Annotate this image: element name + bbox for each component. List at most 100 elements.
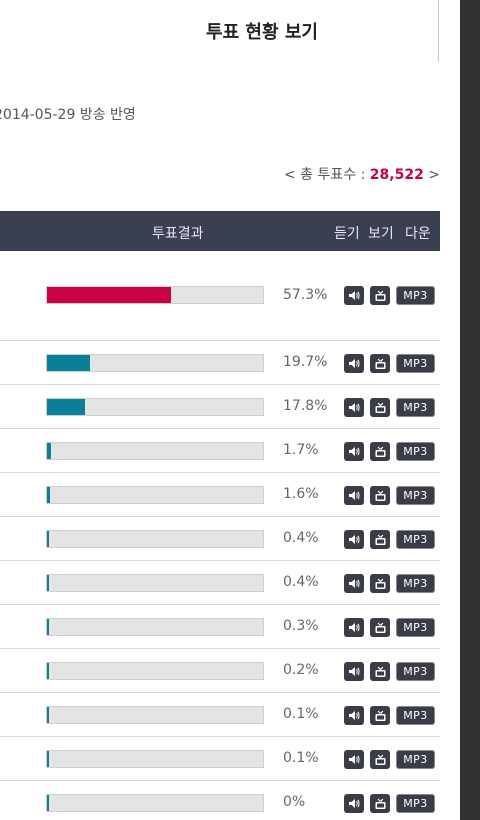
result-bar bbox=[46, 662, 264, 680]
mp3-download-button[interactable]: MP3 bbox=[396, 662, 435, 681]
result-percent: 0.1% bbox=[283, 750, 319, 766]
listen-button[interactable] bbox=[344, 486, 364, 505]
result-bar-fill bbox=[47, 619, 49, 635]
mp3-download-button[interactable]: MP3 bbox=[396, 398, 435, 417]
mp3-download-button[interactable]: MP3 bbox=[396, 530, 435, 549]
result-percent: 0.3% bbox=[283, 618, 319, 634]
result-row: 0.4% MP3 bbox=[0, 517, 440, 561]
result-bar bbox=[46, 398, 264, 416]
view-button[interactable] bbox=[370, 794, 390, 813]
speaker-icon bbox=[348, 666, 360, 677]
tv-icon bbox=[374, 754, 387, 766]
listen-button[interactable] bbox=[344, 794, 364, 813]
result-percent: 17.8% bbox=[283, 398, 328, 414]
tv-icon bbox=[374, 578, 387, 590]
speaker-icon bbox=[348, 578, 360, 589]
result-row: 17.8% MP3 bbox=[0, 385, 440, 429]
result-row: 57.3% MP3 bbox=[0, 251, 440, 341]
tv-icon bbox=[374, 402, 387, 414]
result-percent: 19.7% bbox=[283, 354, 328, 370]
column-header-view: 보기 bbox=[368, 226, 394, 242]
view-button[interactable] bbox=[370, 486, 390, 505]
speaker-icon bbox=[348, 710, 360, 721]
listen-button[interactable] bbox=[344, 662, 364, 681]
result-bar bbox=[46, 706, 264, 724]
result-bar bbox=[46, 354, 264, 372]
result-bar-fill bbox=[47, 663, 49, 679]
mp3-download-button[interactable]: MP3 bbox=[396, 442, 435, 461]
result-bar bbox=[46, 574, 264, 592]
result-bar bbox=[46, 486, 264, 504]
result-bar-fill bbox=[47, 707, 49, 723]
result-row: 1.7% MP3 bbox=[0, 429, 440, 473]
result-row: 0.2% MP3 bbox=[0, 649, 440, 693]
result-bar-fill bbox=[47, 751, 49, 767]
result-row: 0.1% MP3 bbox=[0, 737, 440, 781]
view-button[interactable] bbox=[370, 662, 390, 681]
view-button[interactable] bbox=[370, 706, 390, 725]
result-percent: 1.6% bbox=[283, 486, 319, 502]
result-bar bbox=[46, 530, 264, 548]
tv-icon bbox=[374, 710, 387, 722]
view-button[interactable] bbox=[370, 442, 390, 461]
speaker-icon bbox=[348, 534, 360, 545]
result-row: 1.6% MP3 bbox=[0, 473, 440, 517]
listen-button[interactable] bbox=[344, 442, 364, 461]
result-row: 0.1% MP3 bbox=[0, 693, 440, 737]
result-bar-fill bbox=[47, 399, 85, 415]
mp3-download-button[interactable]: MP3 bbox=[396, 618, 435, 637]
mp3-download-button[interactable]: MP3 bbox=[396, 750, 435, 769]
listen-button[interactable] bbox=[344, 706, 364, 725]
view-button[interactable] bbox=[370, 618, 390, 637]
total-votes-suffix: > bbox=[423, 167, 440, 183]
result-percent: 0% bbox=[283, 794, 306, 810]
view-button[interactable] bbox=[370, 398, 390, 417]
result-bar-fill bbox=[47, 287, 171, 303]
vote-status-panel: 투표 현황 보기 2014-05-29 방송 반영 < 총 투표수 : 28,5… bbox=[0, 0, 440, 820]
tv-icon bbox=[374, 446, 387, 458]
mp3-download-button[interactable]: MP3 bbox=[396, 286, 435, 305]
view-button[interactable] bbox=[370, 750, 390, 769]
view-button[interactable] bbox=[370, 286, 390, 305]
result-bar-fill bbox=[47, 795, 49, 811]
result-bar bbox=[46, 750, 264, 768]
result-bar bbox=[46, 618, 264, 636]
listen-button[interactable] bbox=[344, 398, 364, 417]
mp3-download-button[interactable]: MP3 bbox=[396, 486, 435, 505]
result-row: 0% MP3 bbox=[0, 781, 440, 820]
result-bar-fill bbox=[47, 531, 49, 547]
result-row: 0.4% MP3 bbox=[0, 561, 440, 605]
result-row: 19.7% MP3 bbox=[0, 341, 440, 385]
speaker-icon bbox=[348, 754, 360, 765]
mp3-download-button[interactable]: MP3 bbox=[396, 354, 435, 373]
tv-icon bbox=[374, 490, 387, 502]
result-bar bbox=[46, 794, 264, 812]
result-bar-fill bbox=[47, 575, 49, 591]
result-bar-fill bbox=[47, 443, 51, 459]
mp3-download-button[interactable]: MP3 bbox=[396, 706, 435, 725]
view-button[interactable] bbox=[370, 354, 390, 373]
result-percent: 0.1% bbox=[283, 706, 319, 722]
result-percent: 57.3% bbox=[283, 287, 328, 303]
panel-header: 투표 현황 보기 bbox=[0, 0, 439, 62]
broadcast-date: 2014-05-29 방송 반영 bbox=[0, 107, 136, 123]
view-button[interactable] bbox=[370, 574, 390, 593]
column-header-listen: 듣기 bbox=[334, 226, 360, 242]
speaker-icon bbox=[348, 402, 360, 413]
mp3-download-button[interactable]: MP3 bbox=[396, 574, 435, 593]
listen-button[interactable] bbox=[344, 530, 364, 549]
result-bar-fill bbox=[47, 355, 90, 371]
result-row: 0.3% MP3 bbox=[0, 605, 440, 649]
listen-button[interactable] bbox=[344, 750, 364, 769]
listen-button[interactable] bbox=[344, 286, 364, 305]
listen-button[interactable] bbox=[344, 618, 364, 637]
listen-button[interactable] bbox=[344, 354, 364, 373]
listen-button[interactable] bbox=[344, 574, 364, 593]
total-votes-prefix: < 총 투표수 : bbox=[284, 167, 370, 183]
speaker-icon bbox=[348, 490, 360, 501]
mp3-download-button[interactable]: MP3 bbox=[396, 794, 435, 813]
view-button[interactable] bbox=[370, 530, 390, 549]
scrollbar[interactable] bbox=[460, 0, 480, 820]
speaker-icon bbox=[348, 290, 360, 301]
total-votes: < 총 투표수 : 28,522 > bbox=[284, 164, 440, 184]
